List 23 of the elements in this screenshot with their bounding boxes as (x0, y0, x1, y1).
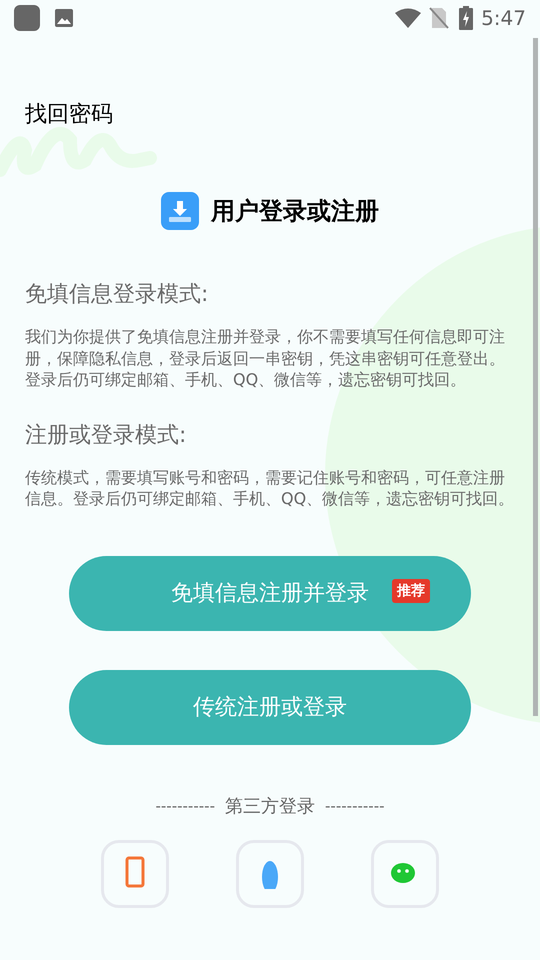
wifi-icon (395, 8, 422, 28)
page-heading: 用户登录或注册 (211, 196, 379, 227)
section-heading: 注册或登录模式: (25, 422, 188, 450)
divider-dashes: ----------- (155, 796, 215, 816)
third-party-login-button[interactable] (371, 840, 439, 908)
image-icon (54, 8, 74, 28)
no-sim-icon (429, 7, 450, 29)
quick-register-button[interactable]: 免填信息注册并登录 推荐 (69, 556, 471, 630)
third-party-login-button[interactable] (101, 840, 169, 908)
third-party-login-button[interactable] (236, 840, 304, 908)
battery-icon (459, 6, 474, 30)
section-description: 我们为你提供了免填信息注册并登录，你不需要填写任何信息即可注册，保障隐私信息，登录后返回一串密钥，凭这串密钥可任意登出。登录后仍可绑定邮箱、手机、QQ、微信等，遗忘密钥可找回。 (25, 326, 506, 390)
app-icon (14, 5, 40, 31)
divider-dashes: ----------- (325, 796, 385, 816)
section-heading: 免填信息登录模式: (25, 281, 210, 309)
recover-password-link[interactable]: 找回密码 (25, 100, 113, 130)
clock-time: 5:47 (481, 5, 526, 32)
third-party-login-label: 第三方登录 (225, 794, 315, 818)
register-login-button[interactable]: 传统注册或登录 (69, 670, 471, 744)
section-description: 传统模式，需要填写账号和密码，需要记住账号和密码，可任意注册信息。登录后仍可绑定邮箱、手机、QQ、微信等，遗忘密钥可找回。 (25, 466, 515, 510)
download-icon (161, 192, 199, 230)
recommended-badge: 推荐 (392, 578, 430, 602)
scrollbar[interactable] (533, 38, 538, 716)
